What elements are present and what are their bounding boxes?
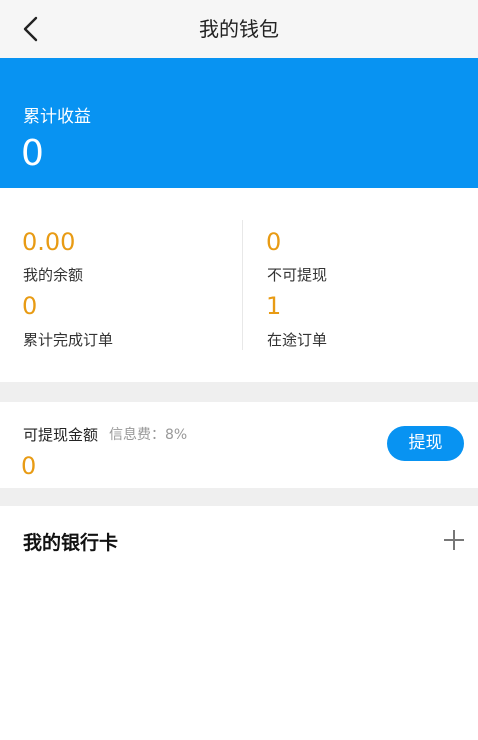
add-bank-card-button[interactable]: [440, 526, 468, 554]
completed-orders-value: 0: [22, 292, 38, 320]
withdrawable-label: 可提现金额: [23, 426, 99, 444]
balance-label: 我的余额: [23, 266, 84, 284]
bank-card-section: 我的银行卡: [0, 506, 478, 576]
section-divider: [0, 488, 478, 506]
completed-orders-label: 累计完成订单: [23, 331, 114, 349]
total-earnings-banner: 累计收益 0: [0, 58, 478, 188]
section-divider: [0, 382, 478, 402]
wallet-stats: 0.00 我的余额 0 累计完成订单 0 不可提现 1 在途订单: [0, 188, 478, 382]
in-transit-orders-value: 1: [266, 292, 282, 320]
service-fee-text: 信息费：8%: [109, 427, 188, 443]
locked-label: 不可提现: [267, 266, 328, 284]
in-transit-orders-label: 在途订单: [267, 331, 328, 349]
withdraw-button[interactable]: 提现: [387, 426, 464, 461]
page-title: 我的钱包: [199, 17, 279, 41]
total-earnings-value: 0: [21, 133, 44, 174]
locked-value: 0: [266, 228, 282, 256]
bank-card-title: 我的银行卡: [23, 532, 119, 554]
stats-divider: [242, 220, 243, 350]
plus-icon: [444, 530, 464, 550]
withdrawable-value: 0: [21, 452, 37, 480]
total-earnings-label: 累计收益: [23, 107, 91, 127]
nav-bar: 我的钱包: [0, 0, 478, 58]
balance-value: 0.00: [22, 228, 76, 256]
withdrawable-section: 可提现金额 信息费：8% 0 提现: [0, 402, 478, 488]
